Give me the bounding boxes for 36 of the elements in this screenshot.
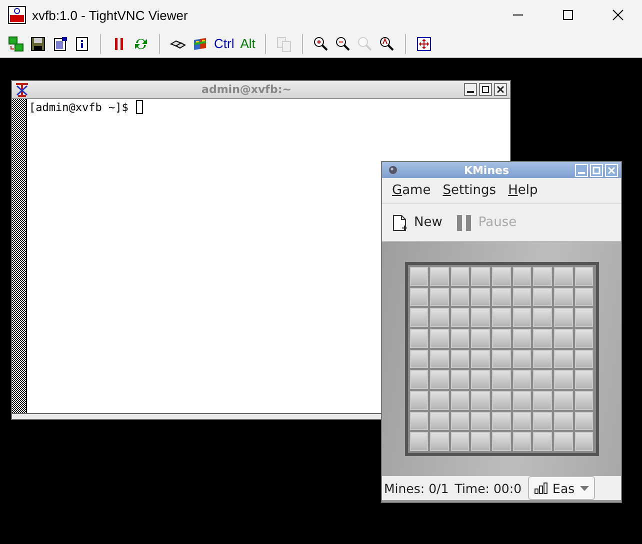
window-title: xvfb:1.0 - TightVNC Viewer	[32, 8, 189, 22]
scrollbar[interactable]	[12, 99, 27, 413]
time-counter: Time: 00:0	[454, 480, 522, 496]
terminal-prompt: [admin@xvfb ~]$	[29, 100, 130, 114]
minimize-icon[interactable]	[464, 83, 477, 96]
new-game-button[interactable]: New	[392, 214, 442, 232]
menu-item[interactable]: Help	[508, 183, 538, 198]
caret-icon	[580, 486, 589, 490]
close-icon[interactable]	[612, 9, 624, 21]
app-icon	[8, 6, 26, 24]
fullscreen-icon[interactable]	[416, 36, 432, 52]
zoom-out-icon[interactable]	[335, 36, 352, 52]
window-title: KMines	[462, 164, 510, 176]
close-icon[interactable]	[494, 83, 507, 96]
zoom-fit-icon[interactable]	[379, 36, 396, 52]
difficulty-dropdown[interactable]: Eas	[528, 476, 595, 500]
connection-icon[interactable]	[8, 36, 24, 52]
flag-icon[interactable]	[192, 36, 208, 52]
info-icon[interactable]	[74, 36, 90, 52]
maximize-icon[interactable]	[562, 9, 574, 21]
menu-item[interactable]: Settings	[442, 183, 496, 198]
cursor	[136, 100, 143, 114]
menu-item[interactable]: Game	[392, 183, 431, 198]
bars-icon	[534, 482, 548, 494]
zoom-in-icon[interactable]	[313, 36, 330, 52]
document-icon	[392, 214, 408, 232]
options-icon[interactable]	[52, 36, 68, 52]
pause-icon	[456, 214, 472, 232]
maximize-icon[interactable]	[479, 83, 492, 96]
window-title: admin@xvfb:~	[200, 83, 292, 96]
mines-counter: Mines: 0/1	[384, 480, 449, 496]
key-button[interactable]: Ctrl	[214, 36, 234, 51]
x-logo-icon	[15, 82, 29, 96]
key-button[interactable]: Alt	[240, 36, 256, 51]
save-icon[interactable]	[30, 36, 46, 52]
mine-icon	[388, 165, 398, 175]
